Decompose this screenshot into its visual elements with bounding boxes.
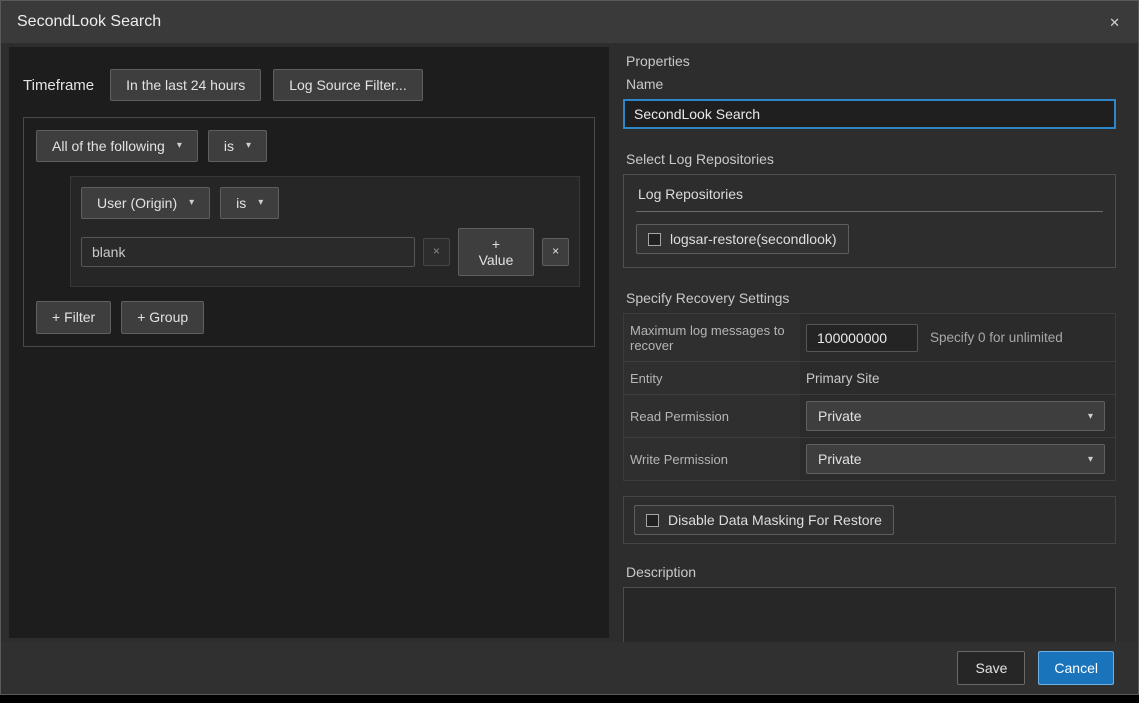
group-condition-dropdown[interactable]: is ▾ (208, 130, 267, 162)
titlebar: SecondLook Search ✕ (1, 1, 1138, 43)
close-icon[interactable]: ✕ (1109, 16, 1120, 29)
table-row: Maximum log messages to recover Specify … (624, 314, 1115, 362)
group-operator-row: All of the following ▾ is ▾ (36, 130, 582, 162)
group-operator-dropdown[interactable]: All of the following ▾ (36, 130, 198, 162)
write-permission-dropdown[interactable]: Private ▾ (806, 444, 1105, 474)
max-messages-input[interactable] (806, 324, 918, 352)
secondlook-search-dialog: SecondLook Search ✕ Timeframe In the las… (0, 0, 1139, 695)
log-source-filter-button[interactable]: Log Source Filter... (273, 69, 423, 101)
table-row: Entity Primary Site (624, 362, 1115, 395)
filter-panel: Timeframe In the last 24 hours Log Sourc… (9, 47, 609, 638)
table-row: Read Permission Private ▾ (624, 395, 1115, 438)
read-permission-value: Private (818, 408, 862, 424)
entity-value: Primary Site (806, 371, 880, 386)
chevron-down-icon: ▾ (189, 197, 194, 209)
chevron-down-icon: ▾ (1088, 411, 1093, 422)
timeframe-label: Timeframe (23, 77, 94, 94)
max-messages-label: Maximum log messages to recover (624, 314, 800, 361)
timeframe-button[interactable]: In the last 24 hours (110, 69, 261, 101)
footer: Save Cancel (1, 642, 1138, 694)
max-messages-cell: Specify 0 for unlimited (800, 314, 1115, 361)
name-input[interactable] (623, 99, 1116, 129)
entity-label: Entity (624, 362, 800, 394)
group-condition-label: is (224, 138, 234, 154)
log-repositories-header: Log Repositories (636, 175, 1103, 212)
repository-checkbox-item[interactable]: logsar-restore(secondlook) (636, 224, 849, 254)
properties-panel: Properties Name Select Log Repositories … (623, 53, 1116, 654)
write-permission-label: Write Permission (624, 438, 800, 480)
read-permission-dropdown[interactable]: Private ▾ (806, 401, 1105, 431)
group-actions-row: + Filter + Group (36, 301, 582, 333)
dialog-body: Timeframe In the last 24 hours Log Sourc… (1, 43, 1138, 642)
entity-cell: Primary Site (800, 362, 1115, 394)
description-label: Description (626, 564, 1116, 580)
dialog-title: SecondLook Search (17, 13, 161, 31)
max-messages-hint: Specify 0 for unlimited (930, 330, 1063, 345)
filter-value-row: × + Value × (81, 228, 569, 276)
select-repositories-label: Select Log Repositories (626, 151, 1116, 167)
checkbox-icon[interactable] (648, 233, 661, 246)
save-button[interactable]: Save (957, 651, 1025, 685)
add-group-button[interactable]: + Group (121, 301, 204, 333)
read-permission-label: Read Permission (624, 395, 800, 437)
add-filter-button[interactable]: + Filter (36, 301, 111, 333)
chevron-down-icon: ▾ (258, 197, 263, 209)
table-row: Write Permission Private ▾ (624, 438, 1115, 481)
filter-value-input[interactable] (81, 237, 415, 267)
chevron-down-icon: ▾ (177, 140, 182, 152)
recovery-settings-table: Maximum log messages to recover Specify … (623, 313, 1116, 481)
timeframe-row: Timeframe In the last 24 hours Log Sourc… (9, 47, 609, 117)
read-permission-cell: Private ▾ (800, 395, 1115, 437)
filter-group-box: All of the following ▾ is ▾ User (Origin… (23, 117, 595, 346)
log-repositories-box: Log Repositories logsar-restore(secondlo… (623, 174, 1116, 268)
description-textarea[interactable] (623, 587, 1116, 649)
chevron-down-icon: ▾ (246, 140, 251, 152)
filter-field-dropdown[interactable]: User (Origin) ▾ (81, 187, 210, 219)
filter-condition-dropdown[interactable]: is ▾ (220, 187, 279, 219)
repository-label: logsar-restore(secondlook) (670, 231, 837, 247)
checkbox-icon[interactable] (646, 514, 659, 527)
filter-item: User (Origin) ▾ is ▾ × + Value × (70, 176, 580, 287)
filter-field-row: User (Origin) ▾ is ▾ (81, 187, 569, 219)
recovery-settings-label: Specify Recovery Settings (626, 290, 1116, 306)
masking-box: Disable Data Masking For Restore (623, 496, 1116, 544)
write-permission-cell: Private ▾ (800, 438, 1115, 480)
cancel-button[interactable]: Cancel (1038, 651, 1114, 685)
masking-label: Disable Data Masking For Restore (668, 512, 882, 528)
properties-title: Properties (626, 53, 1116, 69)
filter-condition-label: is (236, 195, 246, 211)
clear-value-button[interactable]: × (423, 238, 450, 266)
write-permission-value: Private (818, 451, 862, 467)
group-operator-label: All of the following (52, 138, 165, 154)
add-value-button[interactable]: + Value (458, 228, 535, 276)
masking-checkbox-item[interactable]: Disable Data Masking For Restore (634, 505, 894, 535)
filter-field-label: User (Origin) (97, 195, 177, 211)
remove-filter-button[interactable]: × (542, 238, 569, 266)
name-label: Name (626, 76, 1116, 92)
chevron-down-icon: ▾ (1088, 454, 1093, 465)
